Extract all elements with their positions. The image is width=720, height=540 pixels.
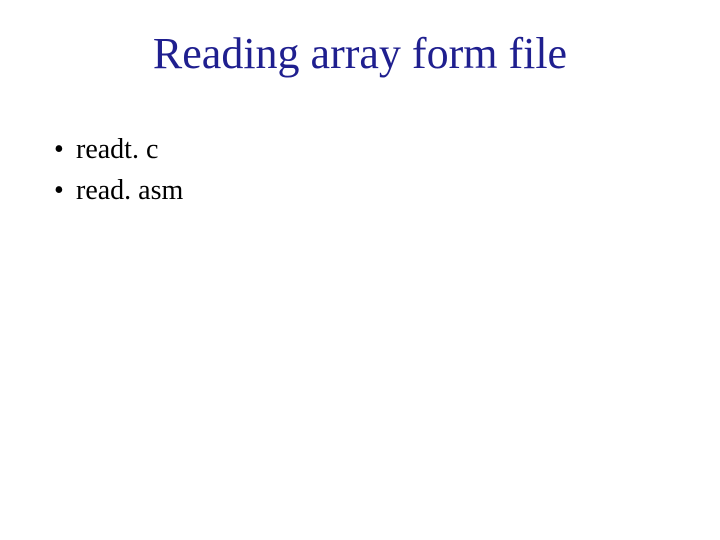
bullet-icon xyxy=(54,130,76,171)
slide-title: Reading array form file xyxy=(0,28,720,79)
list-item: read. asm xyxy=(54,171,183,212)
bullet-text: read. asm xyxy=(76,171,183,212)
bullet-text: readt. c xyxy=(76,130,158,171)
slide-body: readt. c read. asm xyxy=(54,130,183,211)
slide: Reading array form file readt. c read. a… xyxy=(0,0,720,540)
bullet-icon xyxy=(54,171,76,212)
list-item: readt. c xyxy=(54,130,183,171)
